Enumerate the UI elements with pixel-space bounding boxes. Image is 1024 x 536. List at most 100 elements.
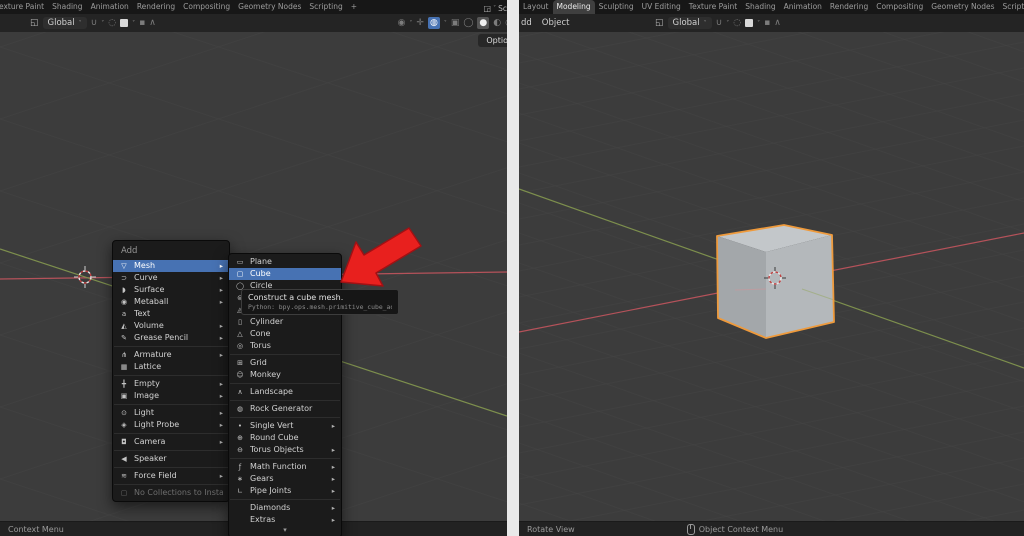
menu-item-no-collections-to-instance[interactable]: ▢No Collections to Instance [113, 487, 229, 499]
transform-orientation-dropdown[interactable]: Global ˅ [43, 17, 87, 29]
image-icon: ▣ [119, 390, 129, 402]
tab-animation[interactable]: Animation [780, 0, 826, 14]
menu-item-curve[interactable]: ⊃Curve▸ [113, 272, 229, 284]
menu-item-label: Cube [250, 268, 335, 280]
scene-label: Sc [498, 4, 507, 13]
tab-plus[interactable]: + [347, 0, 361, 14]
menu-item-label: Armature [134, 349, 215, 361]
menu-item-monkey[interactable]: ☺Monkey [229, 369, 341, 381]
menu-item-torus-objects[interactable]: ⊖Torus Objects▸ [229, 444, 341, 456]
menu-item-mesh[interactable]: ▽Mesh▸ [113, 260, 229, 272]
tab-rendering[interactable]: Rendering [826, 0, 872, 14]
menu-item-camera[interactable]: ◘Camera▸ [113, 436, 229, 448]
menu-item-label: Single Vert [250, 420, 327, 432]
cube-right-face [766, 235, 834, 338]
options-dropdown[interactable]: Optio [478, 34, 507, 47]
menu-item-single-vert[interactable]: •Single Vert▸ [229, 420, 341, 432]
falloff-curve-icon[interactable]: ∧ [149, 19, 156, 28]
menu-separator [114, 375, 228, 376]
menu-item-volume[interactable]: ◭Volume▸ [113, 320, 229, 332]
tab-exture-paint[interactable]: exture Paint [0, 0, 48, 14]
tab-geometry-nodes[interactable]: Geometry Nodes [234, 0, 305, 14]
tab-animation[interactable]: Animation [87, 0, 133, 14]
menu-item-armature[interactable]: ⋔Armature▸ [113, 349, 229, 361]
tab-sculpting[interactable]: Sculpting [595, 0, 638, 14]
menu-item-extras[interactable]: Extras▸ [229, 514, 341, 526]
menu-item-grease-pencil[interactable]: ✎Grease Pencil▸ [113, 332, 229, 344]
menu-item-label: Round Cube [250, 432, 335, 444]
menu-item-label: No Collections to Instance [134, 487, 223, 499]
tab-compositing[interactable]: Compositing [872, 0, 927, 14]
scene-icon: ◲ [484, 5, 492, 13]
menu-item-cube[interactable]: ▢Cube [229, 268, 341, 280]
menu-item-force-field[interactable]: ≋Force Field▸ [113, 470, 229, 482]
object-menu-button[interactable]: Object [537, 18, 575, 28]
tab-scripting[interactable]: Scripting [999, 0, 1024, 14]
falloff-curve-icon[interactable]: ∧ [774, 19, 781, 28]
falloff-swatch[interactable] [120, 19, 128, 27]
menu-item-text[interactable]: aText [113, 308, 229, 320]
menu-item-diamonds[interactable]: Diamonds▸ [229, 502, 341, 514]
menu-item-grid[interactable]: ⊞Grid [229, 357, 341, 369]
menu-item-lattice[interactable]: ▦Lattice [113, 361, 229, 373]
tab-shading[interactable]: Shading [741, 0, 779, 14]
menu-item-gears[interactable]: ∗Gears▸ [229, 473, 341, 485]
tab-uv-editing[interactable]: UV Editing [638, 0, 685, 14]
prop-connected-icon[interactable]: ▪ [764, 19, 770, 28]
proportional-editing-icon[interactable]: ◌ [733, 19, 741, 28]
menu-item-label: Cylinder [250, 316, 335, 328]
tab-shading[interactable]: Shading [48, 0, 86, 14]
shading-wireframe-icon[interactable]: ◯ [463, 19, 473, 28]
add-menu-button[interactable]: dd [519, 18, 537, 28]
snap-magnet-icon[interactable]: ∪ [91, 19, 98, 28]
chevron-down-icon: ˅ [132, 20, 135, 27]
object-visibility-icon[interactable]: ◉ [398, 19, 406, 28]
menu-item-round-cube[interactable]: ⊕Round Cube [229, 432, 341, 444]
tab-modeling[interactable]: Modeling [553, 0, 595, 14]
prop-connected-icon[interactable]: ▪ [139, 19, 145, 28]
tab-texture-paint[interactable]: Texture Paint [685, 0, 741, 14]
scroll-down-icon[interactable]: ▾ [229, 526, 341, 535]
shading-material-icon[interactable]: ◐ [493, 19, 501, 28]
menu-item-cone[interactable]: △Cone [229, 328, 341, 340]
tab-compositing[interactable]: Compositing [179, 0, 234, 14]
menu-item-torus[interactable]: ◎Torus [229, 340, 341, 352]
menu-item-landscape[interactable]: ∧Landscape [229, 386, 341, 398]
transform-orientation-dropdown[interactable]: Global ˅ [668, 17, 712, 29]
menu-item-math-function[interactable]: ƒMath Function▸ [229, 461, 341, 473]
menu-item-speaker[interactable]: ◀Speaker [113, 453, 229, 465]
menu-item-light[interactable]: ⊙Light▸ [113, 407, 229, 419]
overlays-toggle[interactable]: ◍ [428, 17, 440, 29]
cube-object[interactable] [717, 225, 834, 338]
xray-toggle-icon[interactable]: ▣ [451, 19, 460, 28]
menu-item-light-probe[interactable]: ◈Light Probe▸ [113, 419, 229, 431]
scene-selector[interactable]: ◲ ˅ Sc [480, 4, 507, 14]
menu-item-image[interactable]: ▣Image▸ [113, 390, 229, 402]
armature-icon: ⋔ [119, 349, 129, 361]
snap-magnet-icon[interactable]: ∪ [716, 19, 723, 28]
submenu-arrow-icon: ▸ [332, 485, 335, 497]
tab-scripting[interactable]: Scripting [305, 0, 346, 14]
falloff-swatch[interactable] [745, 19, 753, 27]
add-menu: Add ▽Mesh▸⊃Curve▸◗Surface▸◉Metaball▸aTex… [112, 240, 230, 502]
menu-item-empty[interactable]: ╋Empty▸ [113, 378, 229, 390]
shading-rendered-icon[interactable]: ◑ [505, 19, 507, 28]
menu-item-metaball[interactable]: ◉Metaball▸ [113, 296, 229, 308]
add-menu-items: ▽Mesh▸⊃Curve▸◗Surface▸◉Metaball▸aText◭Vo… [113, 260, 229, 499]
gizmos-toggle-icon[interactable]: ✛ [416, 19, 424, 28]
menu-item-pipe-joints[interactable]: ∟Pipe Joints▸ [229, 485, 341, 497]
shading-solid-toggle[interactable]: ● [477, 17, 489, 29]
menu-item-label: Landscape [250, 386, 335, 398]
tab-layout[interactable]: Layout [519, 0, 553, 14]
tab-geometry-nodes[interactable]: Geometry Nodes [927, 0, 998, 14]
menu-item-label: Rock Generator [250, 403, 335, 415]
menu-item-surface[interactable]: ◗Surface▸ [113, 284, 229, 296]
menu-separator [230, 383, 340, 384]
menu-item-rock-generator[interactable]: ◍Rock Generator [229, 403, 341, 415]
proportional-editing-icon[interactable]: ◌ [108, 19, 116, 28]
menu-item-cylinder[interactable]: ▯Cylinder [229, 316, 341, 328]
tab-rendering[interactable]: Rendering [133, 0, 179, 14]
metaball-icon: ◉ [119, 296, 129, 308]
menu-item-plane[interactable]: ▭Plane [229, 256, 341, 268]
3d-viewport-right[interactable] [519, 32, 1024, 521]
